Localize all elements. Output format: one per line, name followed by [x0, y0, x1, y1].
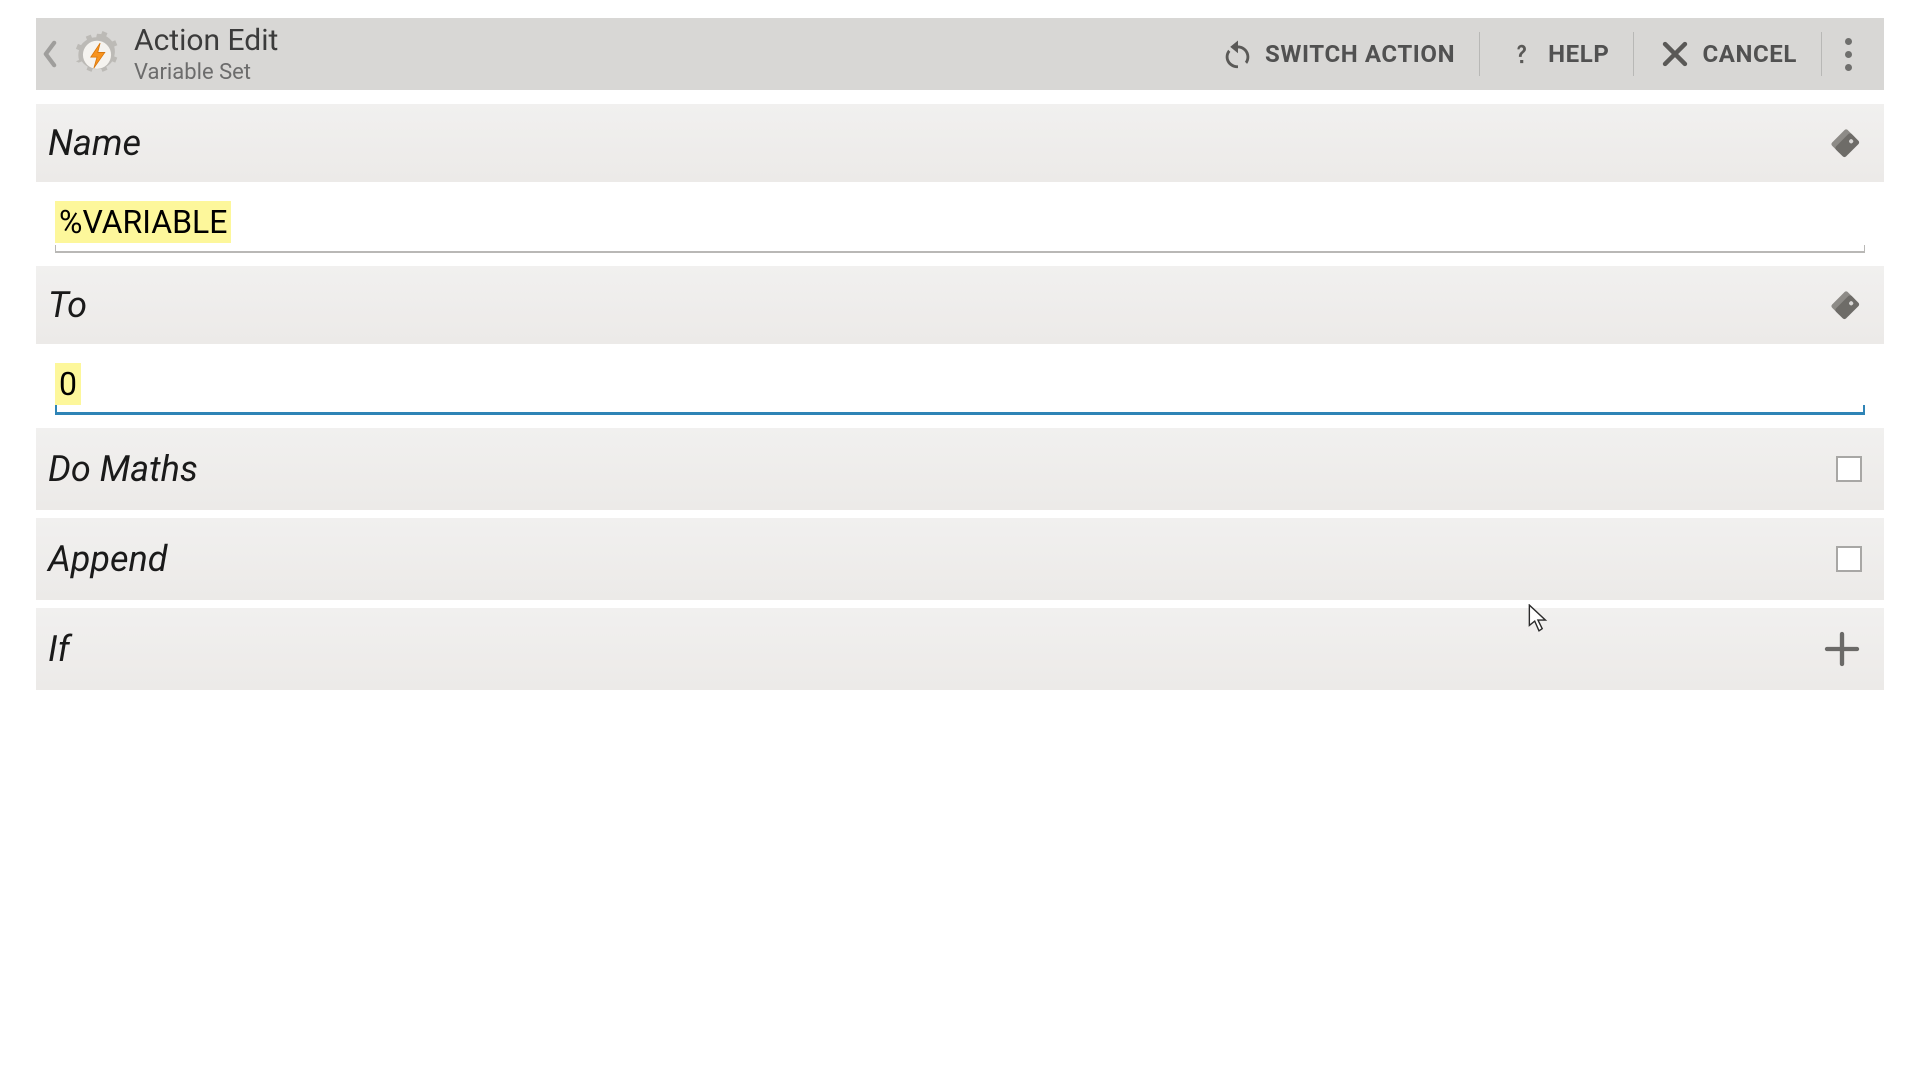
if-row[interactable]: If: [36, 608, 1884, 690]
if-label: If: [48, 628, 70, 670]
divider: [1633, 32, 1634, 76]
cancel-button[interactable]: CANCEL: [1640, 18, 1815, 90]
help-label: HELP: [1548, 40, 1609, 68]
chevron-left-icon: [41, 40, 59, 68]
gear-lightning-icon: [72, 29, 122, 79]
append-row[interactable]: Append: [36, 518, 1884, 600]
name-input-shell: %VARIABLE: [54, 200, 1866, 254]
append-checkbox[interactable]: [1836, 546, 1862, 572]
content-area: Name %VARIABLE: [36, 90, 1884, 690]
panel: Action Edit Variable Set SWITCH ACTION H…: [36, 18, 1884, 690]
to-input-shell: 0: [54, 362, 1866, 416]
help-icon: [1504, 37, 1538, 71]
viewport: Action Edit Variable Set SWITCH ACTION H…: [0, 0, 1920, 1080]
name-input-row: %VARIABLE: [36, 182, 1884, 258]
overflow-menu-button[interactable]: [1828, 18, 1868, 90]
name-label: Name: [48, 122, 141, 164]
dots-vertical-icon: [1845, 35, 1852, 74]
plus-icon: [1822, 629, 1862, 669]
top-bar: Action Edit Variable Set SWITCH ACTION H…: [36, 18, 1884, 90]
to-label: To: [48, 284, 87, 326]
tag-icon: [1826, 286, 1864, 324]
if-add-button[interactable]: [1822, 629, 1862, 669]
back-button[interactable]: [36, 40, 64, 68]
divider: [1821, 32, 1822, 76]
to-section-header: To: [36, 266, 1884, 344]
to-input-value[interactable]: 0: [55, 363, 81, 405]
switch-action-button[interactable]: SWITCH ACTION: [1203, 18, 1473, 90]
title-block: Action Edit Variable Set: [134, 23, 278, 85]
name-tag-button[interactable]: [1826, 124, 1864, 162]
divider: [1479, 32, 1480, 76]
close-icon: [1658, 37, 1692, 71]
page-subtitle: Variable Set: [134, 60, 278, 85]
undo-icon: [1221, 37, 1255, 71]
page-title: Action Edit: [134, 23, 278, 58]
help-button[interactable]: HELP: [1486, 18, 1627, 90]
append-label: Append: [48, 538, 168, 580]
to-input-row: 0: [36, 344, 1884, 420]
tag-icon: [1826, 124, 1864, 162]
do-maths-label: Do Maths: [48, 448, 198, 490]
to-tag-button[interactable]: [1826, 286, 1864, 324]
do-maths-row[interactable]: Do Maths: [36, 428, 1884, 510]
do-maths-checkbox[interactable]: [1836, 456, 1862, 482]
name-input-value[interactable]: %VARIABLE: [55, 201, 231, 243]
app-icon: [70, 27, 124, 81]
name-section-header: Name: [36, 104, 1884, 182]
switch-action-label: SWITCH ACTION: [1265, 40, 1455, 68]
cancel-label: CANCEL: [1702, 40, 1797, 68]
